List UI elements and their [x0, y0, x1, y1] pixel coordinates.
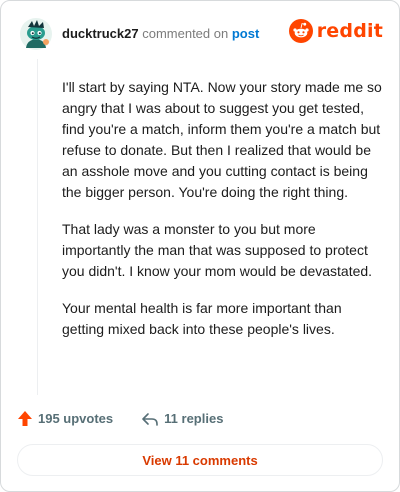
- reply-count: 11 replies: [164, 411, 224, 426]
- post-link[interactable]: post: [232, 26, 259, 41]
- comment-actions: 195 upvotes 11 replies: [17, 410, 223, 427]
- commented-label: commented on: [142, 26, 229, 41]
- comment-paragraph: That lady was a monster to you but more …: [62, 221, 373, 279]
- view-comments-button[interactable]: View 11 comments: [17, 444, 383, 476]
- reply-icon: [142, 412, 158, 426]
- upvote-arrow-icon: [18, 411, 32, 426]
- thread-line[interactable]: [37, 59, 38, 395]
- comment-card: ducktruck27 commented on post reddit I'l…: [0, 0, 400, 492]
- reddit-logo[interactable]: reddit: [288, 19, 383, 43]
- replies-button[interactable]: 11 replies: [141, 411, 223, 427]
- reddit-wordmark: reddit: [316, 20, 383, 42]
- comment-paragraph: I'll start by saying NTA. Now your story…: [62, 79, 382, 200]
- user-avatar[interactable]: [20, 18, 52, 50]
- username-link[interactable]: ducktruck27: [62, 26, 139, 41]
- comment-body: I'll start by saying NTA. Now your story…: [62, 77, 382, 356]
- reddit-snoo-icon: [288, 19, 313, 43]
- upvote-button[interactable]: 195 upvotes: [17, 410, 113, 427]
- upvote-count: 195 upvotes: [38, 411, 114, 426]
- comment-paragraph: Your mental health is far more important…: [62, 300, 342, 337]
- comment-header: ducktruck27 commented on post: [62, 26, 259, 42]
- snoo-avatar-icon: [20, 18, 52, 50]
